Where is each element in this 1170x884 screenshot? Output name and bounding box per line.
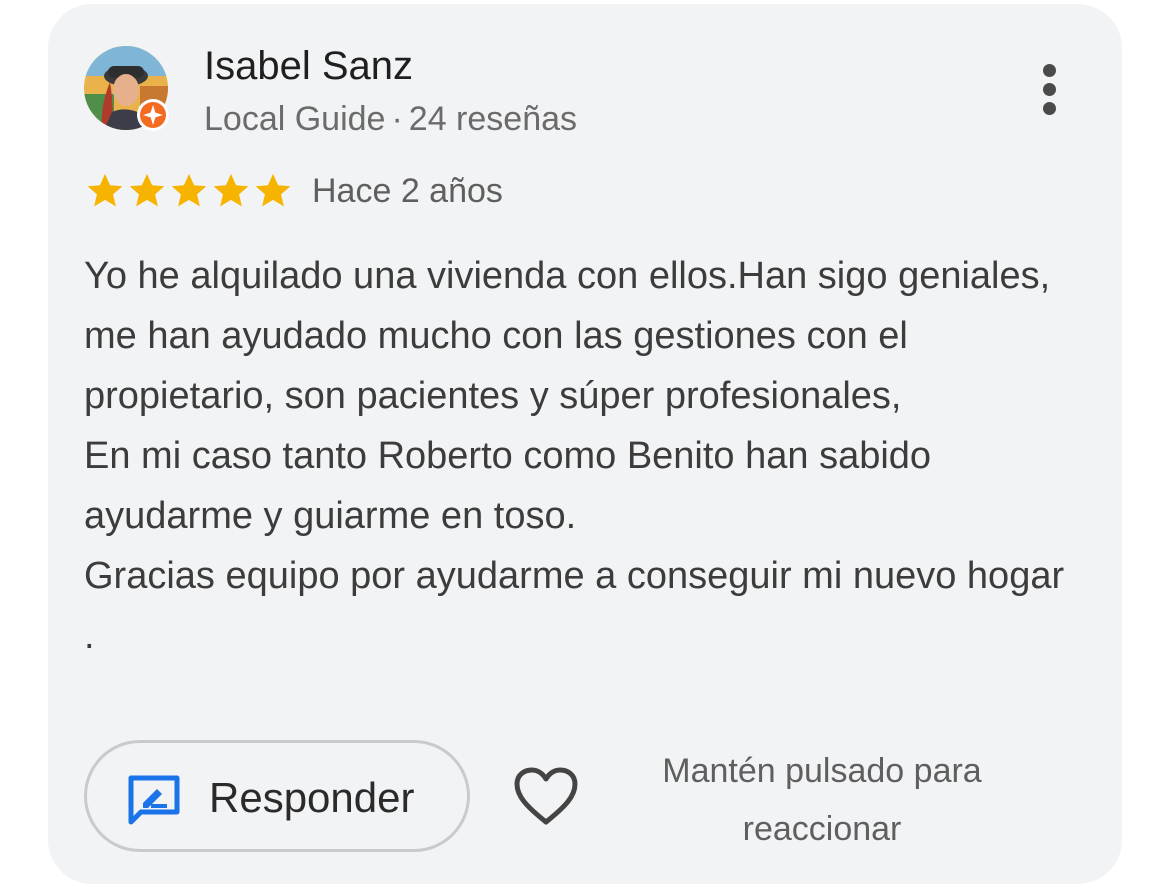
like-button[interactable] <box>512 766 580 828</box>
star-icon <box>87 173 123 207</box>
star-icon <box>255 173 291 207</box>
review-text: Yo he alquilado una vivienda con ellos.H… <box>84 255 1065 657</box>
star-rating <box>84 170 294 212</box>
reply-label: Responder <box>209 774 415 821</box>
reply-button[interactable]: Responder <box>84 740 470 852</box>
local-guide-label: Local Guide <box>204 100 386 138</box>
avatar[interactable] <box>84 46 169 131</box>
author-name[interactable]: Isabel Sanz <box>204 42 413 90</box>
star-icon <box>129 173 165 207</box>
heart-outline-icon <box>514 767 578 825</box>
reply-edit-icon <box>128 775 180 825</box>
author-meta: Local Guide · 24 reseñas <box>204 98 577 140</box>
review-count: 24 reseñas <box>408 100 578 138</box>
star-icon <box>213 173 249 207</box>
local-guide-star-icon <box>137 99 169 131</box>
more-options-button[interactable] <box>1030 62 1070 118</box>
react-hint: Mantén pulsado para reaccionar <box>662 752 982 848</box>
star-icon <box>171 173 207 207</box>
meta-separator: · <box>391 100 403 138</box>
review-date: Hace 2 años <box>312 172 503 210</box>
